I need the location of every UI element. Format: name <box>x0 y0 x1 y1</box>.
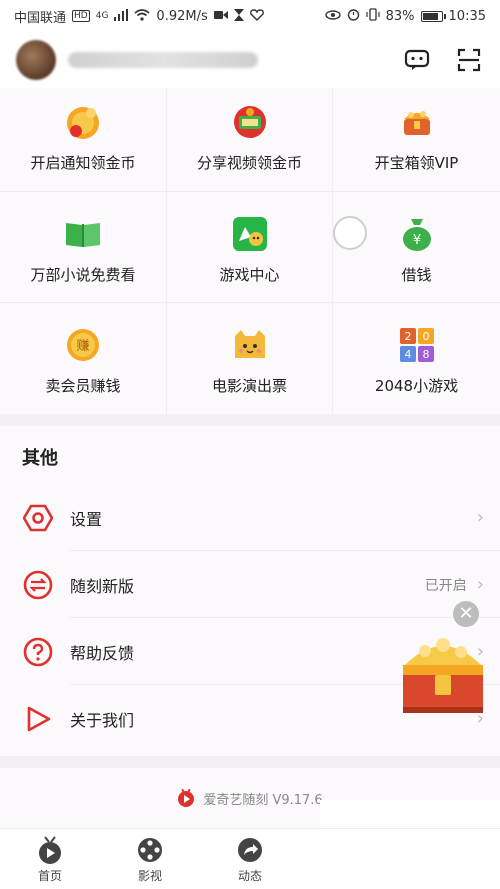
grid-item-label: 开宝箱领VIP <box>374 154 459 172</box>
grid-item-label: 借钱 <box>401 266 432 284</box>
grid-item-treasure-vip[interactable]: 开宝箱领VIP <box>333 88 500 192</box>
app-logo-icon <box>177 788 195 807</box>
grid-item-label: 分享视频领金币 <box>196 154 302 172</box>
tile-2048-3: 8 <box>422 348 429 361</box>
vibrate-icon <box>366 8 380 24</box>
close-icon[interactable]: ✕ <box>453 601 479 627</box>
row-label: 随刻新版 <box>70 576 135 596</box>
new-version-row[interactable]: 随刻新版 已开启 › <box>0 551 500 618</box>
battery-level <box>422 12 438 20</box>
nav-home[interactable]: 首页 <box>0 829 100 889</box>
grid-item-label: 电影演出票 <box>211 377 287 395</box>
gamepad-icon <box>230 214 270 254</box>
heart-monitor-icon <box>249 8 264 24</box>
book-icon <box>63 214 103 254</box>
message-icon[interactable] <box>402 45 432 75</box>
status-bar: 中国联通 HD 4G 0.92M/s 83% 10:35 <box>0 0 500 32</box>
clock: 10:35 <box>448 8 486 24</box>
nav-label: 首页 <box>37 868 62 883</box>
username[interactable] <box>68 52 258 68</box>
nav-label: 动态 <box>237 868 262 883</box>
row-label: 关于我们 <box>70 710 135 730</box>
tile-2048-0: 2 <box>404 330 411 343</box>
row-label: 设置 <box>70 509 103 529</box>
camera-icon <box>213 9 228 23</box>
wifi-icon <box>134 8 150 24</box>
grid-item-2048[interactable]: 2 0 4 8 2048小游戏 <box>333 303 500 414</box>
section-divider <box>0 756 500 768</box>
section-title: 其他 <box>22 448 58 469</box>
network-label: 4G <box>95 11 109 21</box>
hd-badge: HD <box>72 10 90 22</box>
money-bag-icon: ¥ <box>397 214 437 254</box>
grid-item-movie-tickets[interactable]: 电影演出票 <box>167 303 333 414</box>
settings-row[interactable]: 设置 › <box>0 484 500 551</box>
network-speed: 0.92M/s <box>156 8 208 24</box>
share-arrow-icon <box>235 835 265 865</box>
home-tv-icon <box>35 835 65 865</box>
grid-item-label: 游戏中心 <box>219 266 280 284</box>
alarm-icon <box>347 8 360 24</box>
bottom-nav: 首页 影视 动态 <box>0 828 500 889</box>
grid-item-novels[interactable]: 万部小说免费看 <box>0 192 167 303</box>
treasure-chest-icon <box>403 638 483 713</box>
signal-icon <box>114 8 129 24</box>
treasure-chest-icon <box>397 102 437 142</box>
row-value: 已开启 <box>424 577 467 594</box>
coin-bell-icon <box>63 102 103 142</box>
chevron-right-icon: › <box>476 507 484 528</box>
film-reel-icon <box>135 835 165 865</box>
grid-item-share-video[interactable]: 分享视频领金币 <box>167 88 333 192</box>
grid-item-game-center[interactable]: 游戏中心 <box>167 192 333 303</box>
floating-treasure-chest[interactable] <box>395 625 490 720</box>
game-2048-icon: 2 0 4 8 <box>397 325 437 365</box>
row-label: 帮助反馈 <box>70 643 135 663</box>
tile-2048-2: 4 <box>404 348 411 361</box>
version-text: 爱奇艺随刻 V9.17.6 <box>203 792 323 808</box>
battery-icon <box>420 10 446 22</box>
hourglass-icon <box>233 8 244 24</box>
grid-item-label: 2048小游戏 <box>374 377 459 395</box>
battery-percent: 83% <box>385 8 415 24</box>
section-divider <box>0 414 500 426</box>
grid-item-label: 万部小说免费看 <box>30 266 136 284</box>
eye-icon <box>324 9 341 23</box>
grid-item-notify-coins[interactable]: 开启通知领金币 <box>0 88 167 192</box>
nav-activity[interactable]: 动态 <box>200 829 300 889</box>
earn-badge: 赚 <box>76 338 89 354</box>
floating-touch-circle[interactable] <box>333 216 367 250</box>
share-video-icon <box>230 102 270 142</box>
help-icon <box>22 636 54 668</box>
play-icon <box>22 703 54 735</box>
scan-icon[interactable] <box>454 45 484 75</box>
feature-grid: 开启通知领金币 分享视频领金币 开宝箱领VIP 万部小说免费看 游戏中心 ¥ 借… <box>0 88 500 414</box>
money-badge: ¥ <box>412 233 420 248</box>
switch-icon <box>22 569 54 601</box>
grid-item-label: 开启通知领金币 <box>30 154 136 172</box>
grid-item-sell-vip[interactable]: 赚 卖会员赚钱 <box>0 303 167 414</box>
tile-2048-1: 0 <box>422 330 429 343</box>
settings-icon <box>22 502 54 534</box>
profile-header <box>0 32 500 88</box>
chevron-right-icon: › <box>476 574 484 595</box>
nav-movies[interactable]: 影视 <box>100 829 200 889</box>
earn-coin-icon: 赚 <box>63 325 103 365</box>
carrier-label: 中国联通 <box>14 10 67 26</box>
grid-item-label: 卖会员赚钱 <box>45 377 121 395</box>
avatar[interactable] <box>16 40 56 80</box>
cat-ticket-icon <box>230 325 270 365</box>
nav-label: 影视 <box>137 868 162 883</box>
